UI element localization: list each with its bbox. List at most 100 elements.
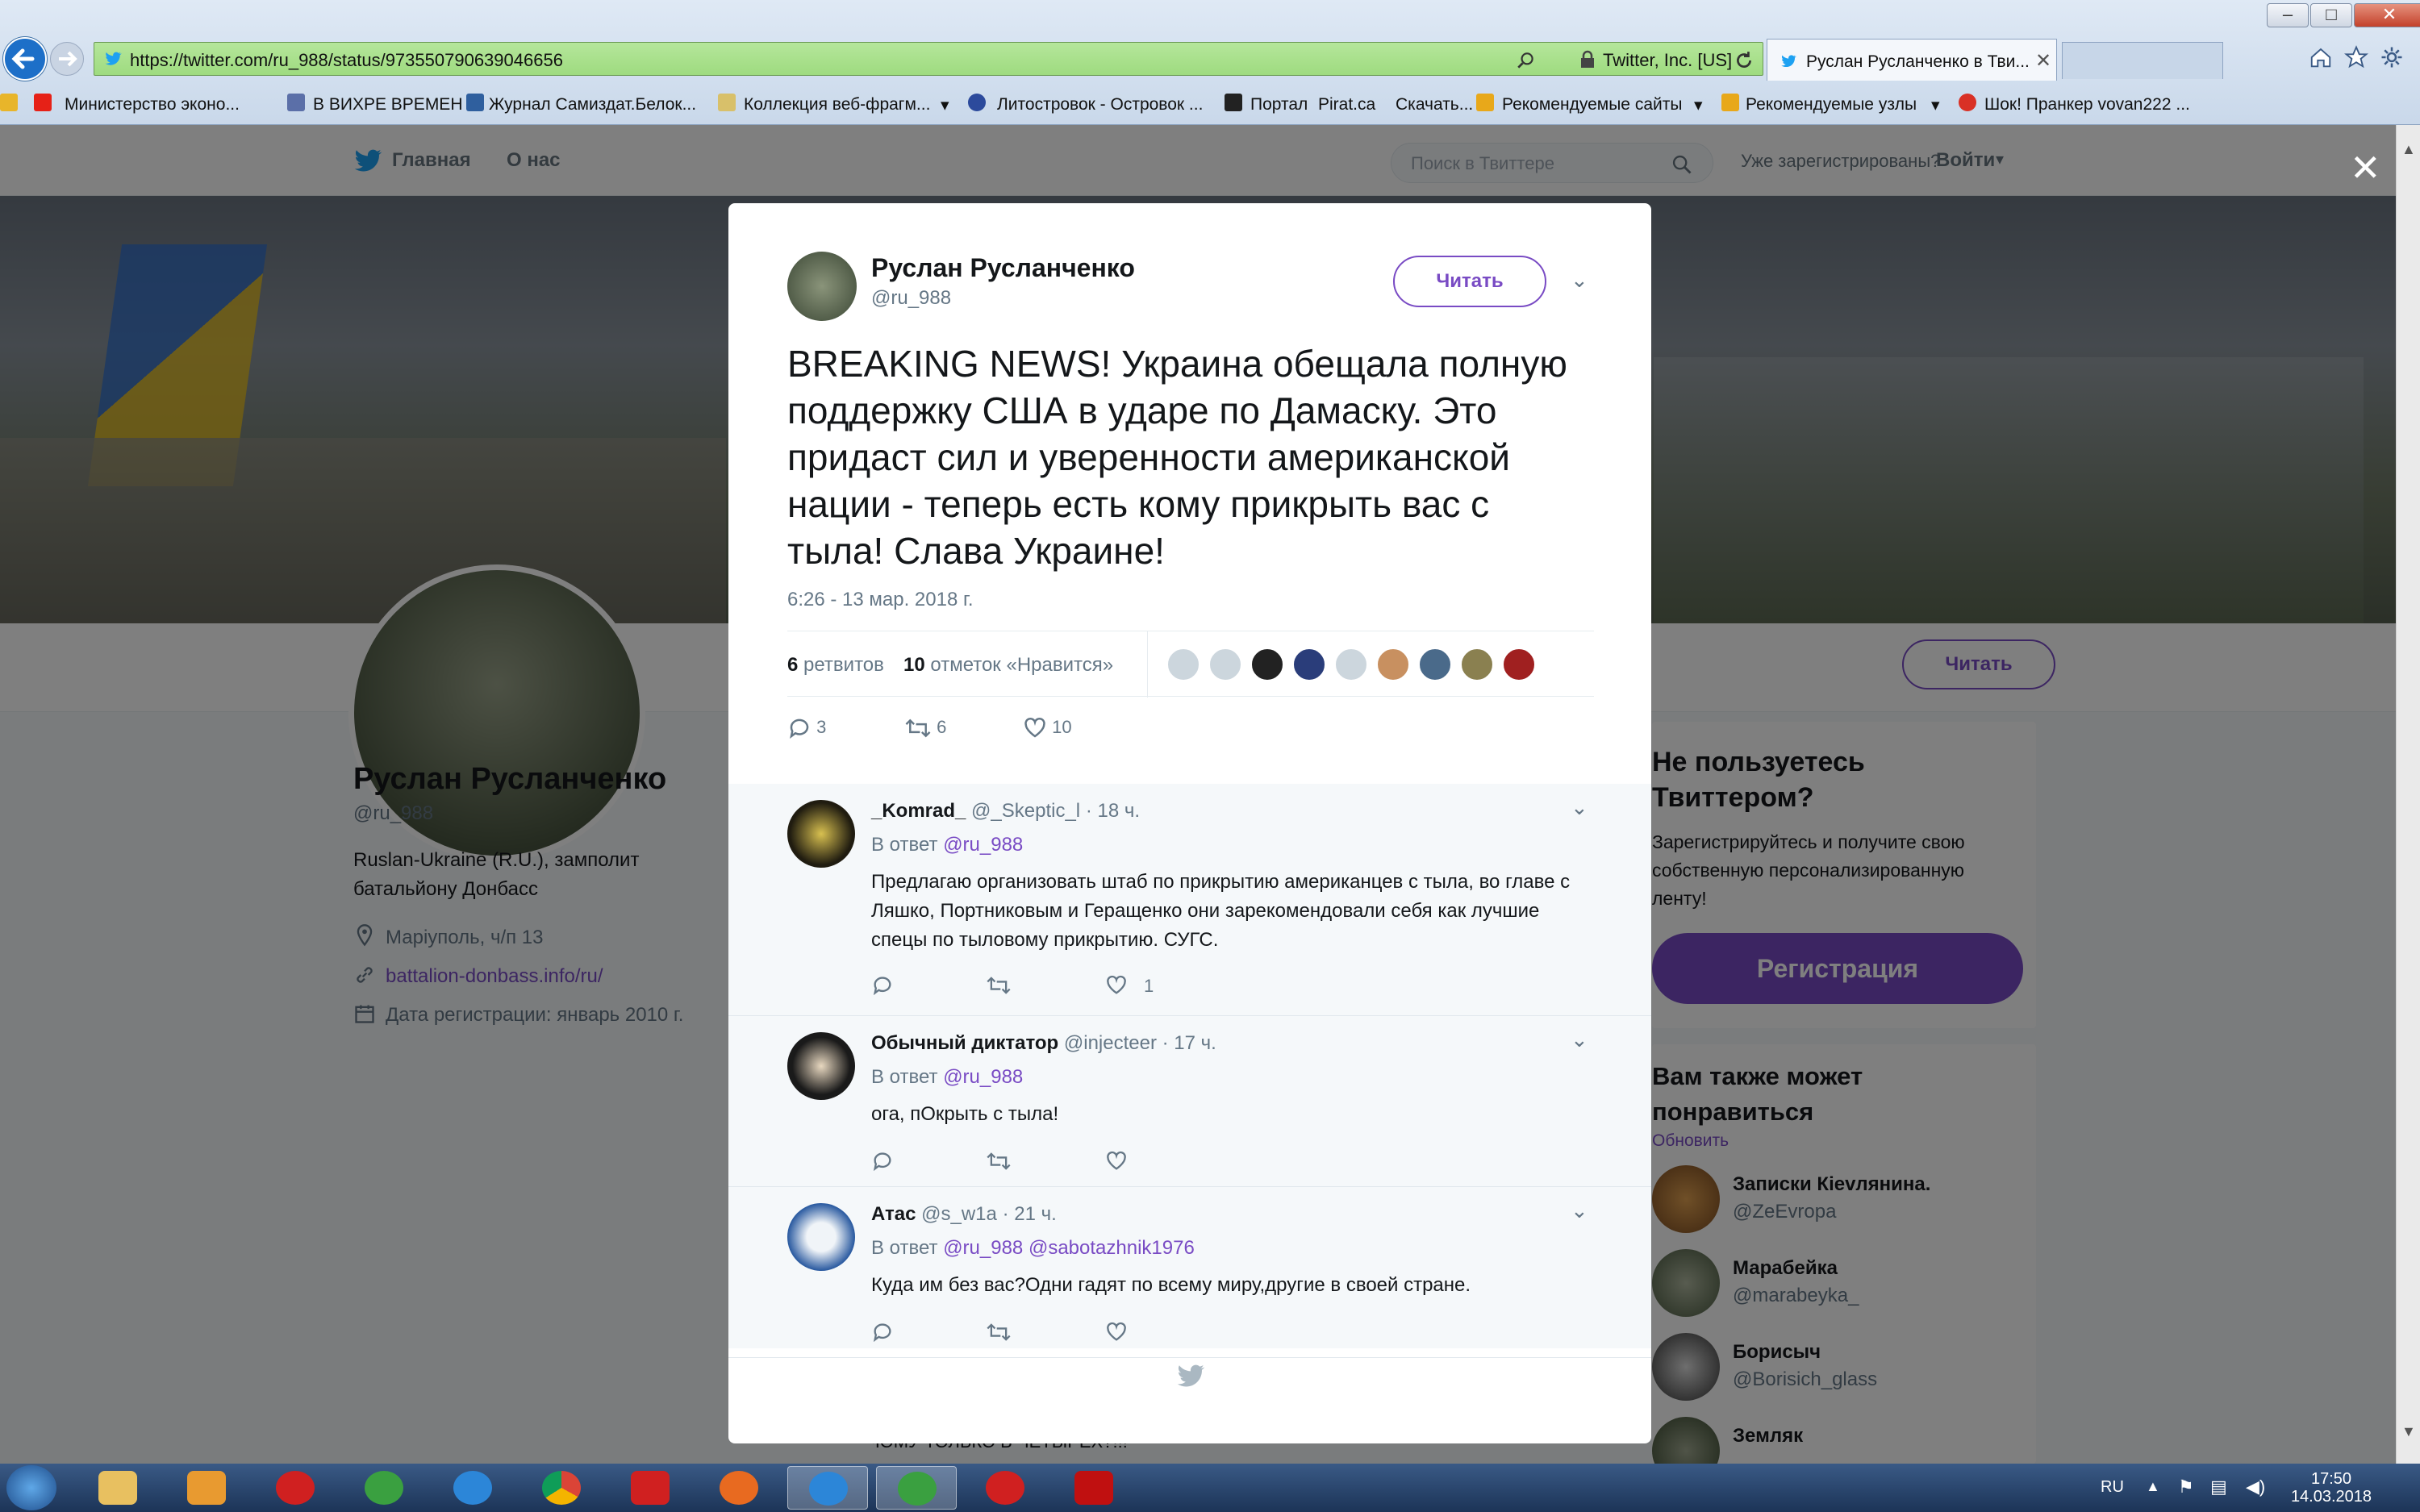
reply-to-mention[interactable]: @ru_988 (943, 1066, 1023, 1088)
reply-time[interactable]: · 17 ч. (1162, 1032, 1216, 1054)
bookmark-0[interactable]: Министерство эконо... (65, 95, 240, 115)
language-indicator[interactable]: RU (2101, 1478, 2124, 1497)
reply-author-name[interactable]: Обычный диктатор (871, 1032, 1058, 1054)
scroll-up-icon[interactable]: ▲ (2401, 141, 2416, 158)
home-icon[interactable] (2309, 45, 2333, 69)
chevron-down-icon[interactable]: ▾ (1694, 95, 1703, 115)
taskbar-opera[interactable] (255, 1466, 336, 1510)
reply-icon[interactable] (871, 1150, 894, 1173)
liker-avatar[interactable] (1502, 648, 1536, 681)
taskbar-globe[interactable] (876, 1466, 957, 1510)
retweet-icon[interactable] (986, 1321, 1012, 1343)
chevron-down-icon[interactable]: ▾ (941, 95, 949, 115)
settings-gear-icon[interactable] (2380, 45, 2404, 69)
bookmark-8[interactable]: Рекомендуемые сайты (1502, 95, 1682, 115)
taskbar-chrome[interactable] (521, 1466, 602, 1510)
tray-arrow-icon[interactable]: ▲ (2146, 1478, 2160, 1495)
liker-avatar[interactable] (1418, 648, 1452, 681)
heart-icon[interactable] (1105, 1321, 1128, 1343)
bookmark-10[interactable]: Шок! Пранкер vovan222 ... (1984, 95, 2190, 115)
close-window-button[interactable]: ✕ (2354, 3, 2420, 27)
heart-icon[interactable] (1105, 974, 1128, 997)
taskbar-utorrent[interactable] (344, 1466, 424, 1510)
start-button[interactable] (6, 1465, 56, 1510)
favorites-icon[interactable] (0, 94, 18, 111)
bookmark-5[interactable]: Портал (1250, 95, 1308, 115)
chevron-down-icon[interactable]: ⌄ (1571, 795, 1588, 820)
close-tab-icon[interactable]: ✕ (2035, 49, 2051, 73)
network-tray-icon[interactable]: ▤ (2210, 1477, 2227, 1497)
maximize-button[interactable]: □ (2310, 3, 2352, 27)
taskbar-ie-active[interactable] (787, 1466, 868, 1510)
volume-tray-icon[interactable]: ◀) (2246, 1477, 2265, 1497)
reply-tweet[interactable]: Атас @s_w1a · 21 ч. ⌄ В ответ @ru_988 @s… (728, 1187, 1651, 1358)
chevron-down-icon[interactable]: ⌄ (1571, 1198, 1588, 1223)
reply-author-name[interactable]: Атас (871, 1203, 916, 1225)
reply-avatar[interactable] (787, 1203, 855, 1271)
taskbar-explorer[interactable] (77, 1466, 158, 1510)
search-icon[interactable] (1516, 50, 1537, 71)
tweet-author-handle[interactable]: @ru_988 (871, 287, 951, 310)
reply-icon[interactable] (871, 974, 894, 997)
bookmark-3[interactable]: Коллекция веб-фрагм... (744, 95, 930, 115)
chevron-down-icon[interactable]: ▾ (1931, 95, 1940, 115)
taskbar-yandex-browser[interactable] (965, 1466, 1045, 1510)
chevron-down-icon[interactable]: ⌄ (1571, 1027, 1588, 1052)
reply-to-mention[interactable]: @ru_988 (943, 834, 1023, 856)
tweet-author-avatar[interactable] (787, 252, 857, 321)
browser-tab-new[interactable] (2062, 42, 2223, 79)
reply-tweet[interactable]: _Komrad_ @_Skeptic_l · 18 ч. ⌄ В ответ @… (728, 784, 1651, 1016)
reply-to-mention[interactable]: @ru_988 @sabotazhnik1976 (943, 1237, 1195, 1259)
liker-avatar[interactable] (1166, 648, 1200, 681)
chevron-down-icon[interactable]: ⌄ (1571, 268, 1588, 293)
reply-time[interactable]: · 21 ч. (1003, 1203, 1057, 1225)
taskbar-yandex[interactable] (610, 1466, 691, 1510)
liker-avatar[interactable] (1250, 648, 1284, 681)
close-modal-icon[interactable]: ✕ (2350, 146, 2381, 190)
retweet-action[interactable]: 6 (904, 716, 946, 740)
bookmark-4[interactable]: Литостровок - Островок ... (997, 95, 1203, 115)
taskbar-ie[interactable] (432, 1466, 513, 1510)
refresh-icon[interactable] (1734, 50, 1754, 71)
taskbar-firefox[interactable] (699, 1466, 779, 1510)
bookmark-1[interactable]: В ВИХРЕ ВРЕМЕН (313, 95, 462, 115)
bookmark-6[interactable]: Pirat.ca (1318, 95, 1375, 115)
retweet-icon[interactable] (986, 1150, 1012, 1173)
tweet-timestamp[interactable]: 6:26 - 13 мар. 2018 г. (787, 589, 973, 611)
bookmark-2[interactable]: Журнал Самиздат.Белок... (489, 95, 696, 115)
flag-tray-icon[interactable]: ⚑ (2178, 1477, 2194, 1497)
bookmark-9[interactable]: Рекомендуемые узлы (1746, 95, 1917, 115)
minimize-button[interactable]: – (2267, 3, 2309, 27)
like-action[interactable]: 10 (1023, 716, 1072, 740)
address-bar[interactable]: https://twitter.com/ru_988/status/973550… (94, 42, 1763, 76)
taskbar-clock[interactable]: 17:50 14.03.2018 (2283, 1470, 2380, 1506)
tweet-follow-button[interactable]: Читать (1393, 256, 1546, 307)
certificate-label[interactable]: Twitter, Inc. [US] (1603, 50, 1732, 71)
bookmark-7[interactable]: Скачать... (1396, 95, 1473, 115)
tweet-author-name[interactable]: Руслан Русланченко (871, 253, 1135, 283)
likes-stat[interactable]: 10 отметок «Нравится» (903, 654, 1113, 677)
back-button[interactable] (3, 37, 47, 81)
reply-avatar[interactable] (787, 800, 855, 868)
reply-tweet[interactable]: Обычный диктатор @injecteer · 17 ч. ⌄ В … (728, 1016, 1651, 1187)
liker-avatar[interactable] (1334, 648, 1368, 681)
liker-avatar[interactable] (1292, 648, 1326, 681)
taskbar-media-player[interactable] (166, 1466, 247, 1510)
forward-button[interactable] (50, 42, 84, 76)
vertical-scrollbar[interactable]: ▲ ▼ (2396, 125, 2420, 1464)
reply-author-handle[interactable]: @injecteer (1064, 1032, 1157, 1054)
favorites-star-icon[interactable] (2344, 45, 2368, 69)
reply-avatar[interactable] (787, 1032, 855, 1100)
retweet-icon[interactable] (986, 974, 1012, 997)
reply-author-handle[interactable]: @_Skeptic_l (971, 800, 1080, 822)
liker-avatar[interactable] (1376, 648, 1410, 681)
reply-author-handle[interactable]: @s_w1a (921, 1203, 997, 1225)
liker-avatar[interactable] (1208, 648, 1242, 681)
liker-avatar[interactable] (1460, 648, 1494, 681)
reply-time[interactable]: · 18 ч. (1086, 800, 1140, 822)
taskbar-acrobat[interactable] (1054, 1466, 1134, 1510)
scroll-down-icon[interactable]: ▼ (2401, 1423, 2416, 1440)
reply-action[interactable]: 3 (787, 716, 826, 740)
browser-tab-active[interactable]: Руслан Русланченко в Тви... ✕ (1767, 39, 2057, 81)
heart-icon[interactable] (1105, 1150, 1128, 1173)
